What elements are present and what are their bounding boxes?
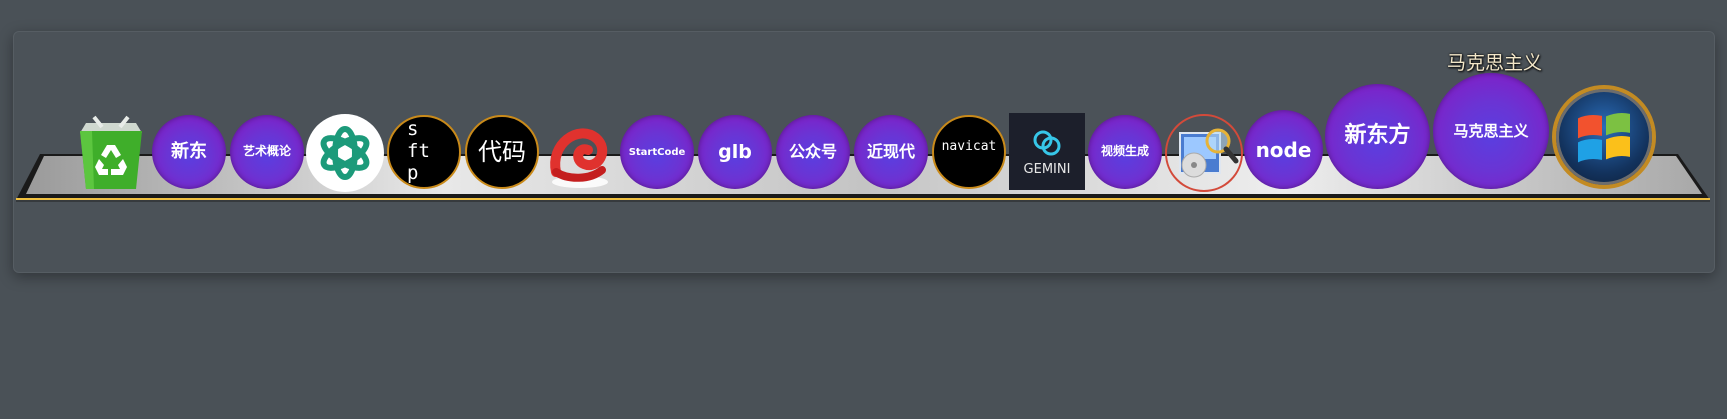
node-button[interactable]: node — [1244, 110, 1323, 189]
sftp-button[interactable]: s ft p — [387, 115, 461, 189]
gemini-label: GEMINI — [1023, 161, 1071, 177]
windows-start-icon[interactable] — [1552, 85, 1656, 189]
hover-tooltip: 马克思主义 — [1447, 52, 1543, 74]
glb-button[interactable]: glb — [698, 115, 772, 189]
disk-search-icon[interactable] — [1164, 113, 1244, 193]
sftp-label-line2: ft — [407, 140, 430, 163]
chatgpt-icon[interactable] — [306, 114, 384, 192]
gemini-logo-icon — [1033, 130, 1061, 156]
jinxiandai-button[interactable]: 近现代 — [854, 115, 928, 189]
makesi-zhuyi-button[interactable]: 马克思主义 — [1433, 73, 1549, 189]
xindong-button[interactable]: 新东 — [152, 115, 226, 189]
sftp-label-line3: p — [407, 161, 419, 184]
navicat-button[interactable]: navicat — [932, 115, 1006, 189]
xindongfang-button[interactable]: 新东方 — [1325, 84, 1430, 189]
gemini-icon[interactable]: GEMINI — [1009, 113, 1085, 190]
daima-button[interactable]: 代码 — [465, 115, 539, 189]
startcode-button[interactable]: StartCode — [620, 115, 694, 189]
gongzhonghao-button[interactable]: 公众号 — [776, 115, 850, 189]
swirl-app-icon[interactable] — [540, 114, 620, 192]
yishu-gailun-button[interactable]: 艺术概论 — [230, 115, 304, 189]
sftp-label-line1: s — [407, 118, 419, 141]
shipin-shengcheng-button[interactable]: 视频生成 — [1088, 115, 1162, 189]
recycle-bin-icon[interactable] — [72, 113, 150, 191]
